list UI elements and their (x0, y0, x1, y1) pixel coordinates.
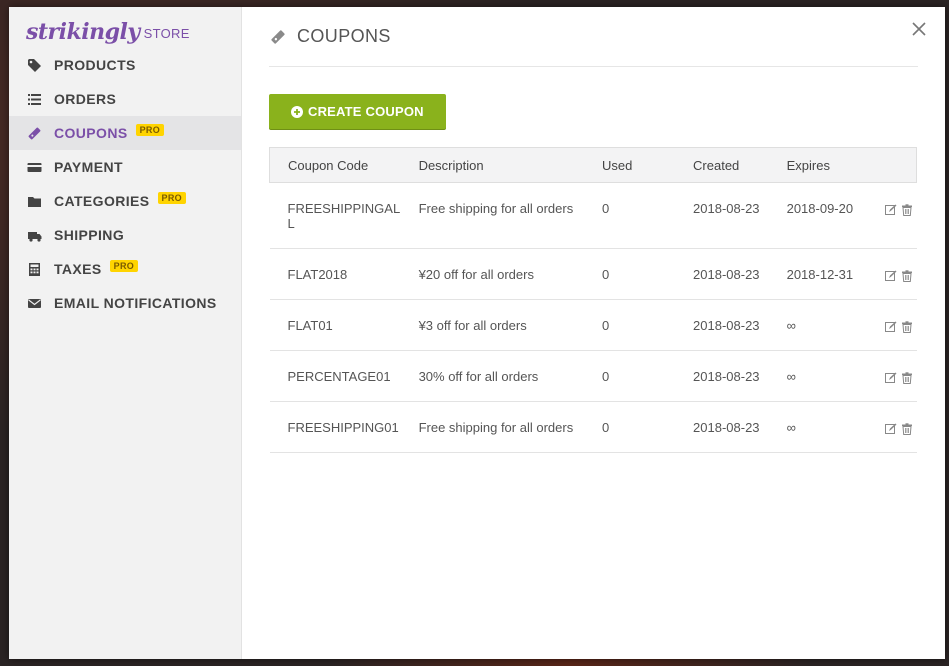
sidebar: strikingly STORE PRODUCTS ORDERS COUPONS PR… (9, 7, 242, 659)
plus-circle-icon (291, 105, 303, 118)
sidebar-item-payment[interactable]: PAYMENT (9, 150, 241, 184)
coupon-code: FREESHIPPING01 (269, 401, 401, 453)
edit-icon[interactable] (884, 423, 897, 435)
coupon-created: 2018-08-23 (675, 401, 769, 453)
trash-icon[interactable] (901, 203, 913, 216)
folder-icon (26, 193, 42, 209)
coupon-description: ¥20 off for all orders (400, 248, 584, 300)
sidebar-item-taxes[interactable]: TAXES PRO (9, 252, 241, 286)
sidebar-item-orders[interactable]: ORDERS (9, 82, 241, 116)
row-actions (884, 299, 917, 351)
coupon-used: 0 (583, 248, 676, 300)
create-coupon-button[interactable]: CREATE COUPON (269, 94, 446, 129)
row-actions (884, 182, 917, 249)
coupon-created: 2018-08-23 (675, 182, 769, 249)
coupon-description: Free shipping for all orders (400, 182, 584, 249)
table-row: FREESHIPPINGALL Free shipping for all ord… (269, 182, 917, 249)
sidebar-item-label: PAYMENT (54, 159, 123, 175)
sidebar-item-label: COUPONS (54, 125, 128, 141)
coupon-expires: 2018-12-31 (768, 248, 885, 300)
coupon-used: 0 (583, 401, 676, 453)
column-header-expires: Expires (768, 147, 885, 183)
pro-badge: PRO (109, 260, 139, 272)
main-panel: COUPONS CREATE COUPON Coupon Code Descri… (242, 7, 945, 659)
sidebar-item-products[interactable]: PRODUCTS (9, 48, 241, 82)
pro-badge: PRO (157, 192, 186, 204)
column-header-description: Description (400, 147, 584, 183)
truck-icon (26, 227, 42, 243)
coupon-code: PERCENTAGE01 (269, 350, 401, 402)
coupon-code: FLAT2018 (269, 248, 401, 300)
edit-icon[interactable] (884, 270, 897, 282)
coupon-description: 30% off for all orders (400, 350, 584, 402)
pro-badge: PRO (135, 124, 164, 136)
table-row: FLAT01 ¥3 off for all orders 0 2018-08-23 ∞ (269, 299, 917, 351)
column-header-code: Coupon Code (268, 147, 401, 183)
coupon-code: FREESHIPPINGALL (269, 182, 401, 249)
column-header-used: Used (583, 147, 676, 183)
sidebar-item-label: ORDERS (54, 91, 117, 107)
sidebar-item-label: PRODUCTS (54, 57, 136, 73)
ticket-icon (26, 125, 42, 141)
envelope-icon (26, 295, 42, 311)
brand: strikingly STORE (9, 7, 241, 45)
coupon-code: FLAT01 (269, 299, 401, 351)
coupon-expires: 2018-09-20 (768, 182, 885, 249)
table-header-row: Coupon Code Description Used Created Exp… (268, 147, 917, 183)
coupon-expires: ∞ (768, 299, 885, 351)
store-modal: strikingly STORE PRODUCTS ORDERS COUPONS PR… (9, 7, 945, 659)
trash-icon[interactable] (901, 422, 913, 435)
coupon-description: ¥3 off for all orders (400, 299, 584, 351)
row-actions (884, 248, 917, 300)
brand-logo: strikingly (26, 19, 140, 45)
row-actions (884, 350, 917, 402)
coupon-created: 2018-08-23 (675, 350, 769, 402)
sidebar-item-shipping[interactable]: SHIPPING (9, 218, 241, 252)
page-title: COUPONS (297, 26, 391, 46)
tag-icon (26, 57, 42, 73)
table-row: PERCENTAGE01 30% off for all orders 0 2018-… (269, 350, 917, 402)
coupon-expires: ∞ (768, 350, 885, 402)
edit-icon[interactable] (884, 204, 897, 216)
column-header-created: Created (675, 147, 769, 183)
calculator-icon (26, 261, 42, 277)
credit-card-icon (26, 159, 42, 175)
coupon-used: 0 (583, 299, 676, 351)
page-header: COUPONS (269, 7, 918, 67)
edit-icon[interactable] (884, 321, 897, 333)
row-actions (884, 401, 917, 453)
coupon-used: 0 (583, 182, 676, 249)
ticket-icon (271, 29, 285, 44)
list-icon (26, 91, 42, 107)
create-coupon-label: CREATE COUPON (308, 104, 424, 119)
coupon-created: 2018-08-23 (675, 299, 769, 351)
sidebar-item-label: EMAIL NOTIFICATIONS (54, 295, 217, 311)
coupon-description: Free shipping for all orders (400, 401, 584, 453)
sidebar-item-label: SHIPPING (54, 227, 125, 243)
sidebar-item-label: CATEGORIES (54, 193, 150, 209)
table-row: FLAT2018 ¥20 off for all orders 0 2018-08-2… (269, 248, 917, 300)
sidebar-item-label: TAXES (54, 261, 102, 277)
coupons-table: Coupon Code Description Used Created Exp… (268, 147, 917, 453)
trash-icon[interactable] (901, 320, 913, 333)
table-row: FREESHIPPING01 Free shipping for all orde… (269, 401, 917, 453)
coupon-expires: ∞ (768, 401, 885, 453)
coupon-created: 2018-08-23 (675, 248, 769, 300)
coupon-used: 0 (583, 350, 676, 402)
edit-icon[interactable] (884, 372, 897, 384)
brand-suffix: STORE (143, 26, 190, 41)
trash-icon[interactable] (901, 269, 913, 282)
column-header-actions (884, 147, 917, 183)
trash-icon[interactable] (901, 371, 913, 384)
close-icon[interactable] (911, 21, 927, 37)
sidebar-item-email-notifications[interactable]: EMAIL NOTIFICATIONS (9, 286, 241, 320)
sidebar-item-coupons[interactable]: COUPONS PRO (9, 116, 241, 150)
sidebar-nav: PRODUCTS ORDERS COUPONS PRO PAYMENT CATEGORIE… (9, 48, 241, 320)
sidebar-item-categories[interactable]: CATEGORIES PRO (9, 184, 241, 218)
